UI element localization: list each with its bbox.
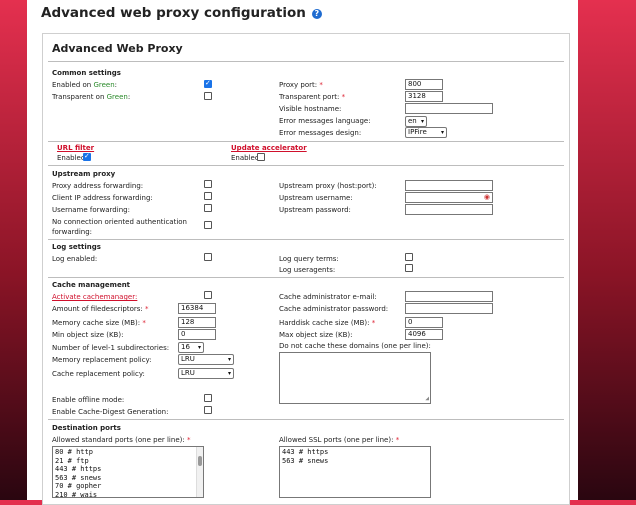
admin-password-label: Cache administrator password: [279, 305, 389, 313]
chevron-down-icon: ▾ [227, 356, 231, 363]
password-manager-icon[interactable]: ◉ [484, 193, 490, 202]
divider [48, 61, 564, 62]
update-accelerator-link[interactable]: Update accelerator [231, 144, 307, 153]
url-filter-enabled-label: Enabled [57, 154, 86, 162]
divider [48, 165, 564, 166]
log-enabled-label: Log enabled: [52, 255, 98, 263]
offline-mode-checkbox[interactable] [204, 394, 212, 402]
scrollbar-thumb[interactable] [198, 456, 202, 466]
chevron-down-icon: ▾ [420, 118, 424, 125]
cache-digest-checkbox[interactable] [204, 406, 212, 414]
level1-subdirectories-label: Number of level-1 subdirectories: [52, 344, 170, 352]
transparent-on-green-checkbox[interactable] [204, 92, 212, 100]
section-destination-heading: Destination ports [52, 424, 121, 432]
admin-email-input[interactable] [405, 291, 493, 302]
divider [48, 419, 564, 420]
error-language-label: Error messages language: [279, 117, 371, 125]
error-design-select[interactable]: IPFire ▾ [405, 127, 447, 138]
proxy-address-forwarding-checkbox[interactable] [204, 180, 212, 188]
log-enabled-checkbox[interactable] [204, 253, 212, 261]
min-object-size-input[interactable]: 0 [178, 329, 216, 340]
divider [48, 141, 564, 142]
level1-subdirectories-select[interactable]: 16 ▾ [178, 342, 204, 353]
resize-grip-icon[interactable]: ◢ [425, 396, 429, 402]
box-title: Advanced Web Proxy [52, 42, 183, 55]
upstream-username-input[interactable]: ◉ [405, 192, 493, 203]
activate-cachemanager-checkbox[interactable] [204, 291, 212, 299]
admin-email-label: Cache administrator e-mail: [279, 293, 377, 301]
filedescriptors-label: Amount of filedescriptors: * [52, 305, 149, 313]
proxy-port-input[interactable]: 800 [405, 79, 443, 90]
cache-replacement-select[interactable]: LRU ▾ [178, 368, 234, 379]
upstream-proxy-label: Upstream proxy (host:port): [279, 182, 377, 190]
section-common-heading: Common settings [52, 69, 121, 77]
section-cache-heading: Cache management [52, 281, 131, 289]
ssl-ports-textarea[interactable]: 443 # https 563 # snews [279, 446, 431, 498]
upstream-password-label: Upstream password: [279, 206, 351, 214]
error-design-label: Error messages design: [279, 129, 362, 137]
username-forwarding-label: Username forwarding: [52, 206, 130, 214]
username-forwarding-checkbox[interactable] [204, 204, 212, 212]
memory-replacement-label: Memory replacement policy: [52, 356, 152, 364]
settings-box: Advanced Web Proxy Common settings Enabl… [42, 33, 570, 505]
upstream-password-input[interactable] [405, 204, 493, 215]
no-cache-domains-label: Do not cache these domains (one per line… [279, 342, 431, 350]
standard-ports-label: Allowed standard ports (one per line): * [52, 436, 191, 444]
ssl-ports-label: Allowed SSL ports (one per line): * [279, 436, 400, 444]
log-useragents-checkbox[interactable] [405, 264, 413, 272]
standard-ports-text: 80 # http 21 # ftp 443 # https 563 # sne… [55, 448, 102, 498]
proxy-address-forwarding-label: Proxy address forwarding: [52, 182, 144, 190]
client-ip-forwarding-label: Client IP address forwarding: [52, 194, 153, 202]
harddisk-cache-size-label: Harddisk cache size (MB): * [279, 319, 376, 327]
update-accelerator-enabled-label: Enabled [231, 154, 260, 162]
admin-password-input[interactable] [405, 303, 493, 314]
url-filter-checkbox[interactable] [83, 152, 91, 161]
min-object-size-label: Min object size (KB): [52, 331, 124, 339]
activate-cachemanager-link[interactable]: Activate cachemanager: [52, 293, 137, 302]
scrollbar[interactable] [196, 447, 203, 497]
harddisk-cache-size-input[interactable]: 0 [405, 317, 443, 328]
update-accelerator-checkbox[interactable] [257, 153, 265, 161]
proxy-port-label: Proxy port: * [279, 81, 323, 89]
memory-cache-size-label: Memory cache size (MB): * [52, 319, 146, 327]
page-title: Advanced web proxy configuration? [41, 5, 322, 21]
no-connection-auth-label: No connection oriented authentication [52, 218, 187, 226]
log-query-terms-label: Log query terms: [279, 255, 339, 263]
divider [48, 239, 564, 240]
help-icon[interactable]: ? [311, 9, 322, 19]
client-ip-forwarding-checkbox[interactable] [204, 192, 212, 200]
chevron-down-icon: ▾ [440, 129, 444, 136]
section-upstream-heading: Upstream proxy [52, 170, 116, 178]
standard-ports-textarea[interactable]: 80 # http 21 # ftp 443 # https 563 # sne… [52, 446, 204, 498]
cache-digest-label: Enable Cache-Digest Generation: [52, 408, 169, 416]
visible-hostname-input[interactable] [405, 103, 493, 114]
memory-cache-size-input[interactable]: 128 [178, 317, 216, 328]
enabled-on-green-label: Enabled on Green: [52, 81, 118, 89]
transparent-port-input[interactable]: 3128 [405, 91, 443, 102]
page: Advanced web proxy configuration? Advanc… [27, 0, 578, 505]
section-log-heading: Log settings [52, 243, 101, 251]
chevron-down-icon: ▾ [227, 370, 231, 377]
max-object-size-input[interactable]: 4096 [405, 329, 443, 340]
memory-replacement-select[interactable]: LRU ▾ [178, 354, 234, 365]
filedescriptors-input[interactable]: 16384 [178, 303, 216, 314]
error-language-select[interactable]: en ▾ [405, 116, 427, 127]
log-query-terms-checkbox[interactable] [405, 253, 413, 261]
log-useragents-label: Log useragents: [279, 266, 336, 274]
no-connection-auth-checkbox[interactable] [204, 221, 212, 229]
upstream-proxy-input[interactable] [405, 180, 493, 191]
max-object-size-label: Max object size (KB): [279, 331, 353, 339]
chevron-down-icon: ▾ [197, 344, 201, 351]
transparent-port-label: Transparent port: * [279, 93, 346, 101]
upstream-username-label: Upstream username: [279, 194, 353, 202]
no-cache-domains-textarea[interactable]: ◢ [279, 352, 431, 404]
offline-mode-label: Enable offline mode: [52, 396, 125, 404]
no-connection-auth-label-2: forwarding: [52, 228, 93, 236]
enabled-on-green-checkbox[interactable] [204, 79, 212, 88]
divider [48, 277, 564, 278]
transparent-on-green-label: Transparent on Green: [52, 93, 131, 101]
visible-hostname-label: Visible hostname: [279, 105, 342, 113]
cache-replacement-label: Cache replacement policy: [52, 370, 145, 378]
